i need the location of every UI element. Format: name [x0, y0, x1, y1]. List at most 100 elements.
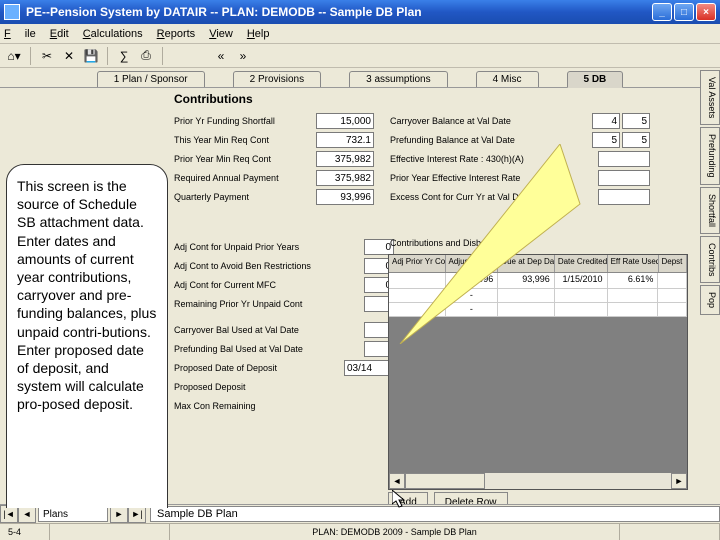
menubar: File Edit Calculations Reports View Help [0, 24, 720, 44]
left-fields-lower: Adj Cont for Unpaid Prior Years Adj Cont… [174, 238, 394, 416]
grid-row[interactable]: 93,996 93,996 1/15/2010 6.61% [389, 273, 687, 289]
tab-provisions[interactable]: 2 Provisions [233, 71, 321, 87]
tool-prev-icon[interactable]: « [211, 46, 231, 66]
menu-calculations[interactable]: Calculations [83, 28, 143, 40]
scroll-thumb[interactable] [405, 473, 485, 489]
nav-field[interactable]: Plans [38, 506, 108, 522]
menu-view[interactable]: View [209, 28, 233, 40]
right-fields-upper: Carryover Balance at Val Date Prefunding… [390, 112, 650, 207]
help-callout: This screen is the source of Schedule SB… [6, 164, 168, 508]
close-button[interactable]: × [696, 3, 716, 21]
left-fields-upper: Prior Yr Funding Shortfall This Year Min… [174, 112, 374, 207]
label-rem-unpaid: Remaining Prior Yr Unpaid Cont [174, 299, 364, 309]
tool-home-icon[interactable]: ⌂▾ [4, 46, 24, 66]
sidetab-pop[interactable]: Pop [700, 285, 720, 315]
input-prior-min-req[interactable] [316, 151, 374, 167]
grid-row[interactable]: - [389, 289, 687, 303]
input-prior-eff-rate[interactable] [598, 170, 650, 186]
label-adj-restrict: Adj Cont to Avoid Ben Restrictions [174, 261, 364, 271]
label-adj-mfc: Adj Cont for Current MFC [174, 280, 364, 290]
callout-text: This screen is the source of Schedule SB… [17, 178, 156, 412]
label-prior-min-req: Prior Year Min Req Cont [174, 154, 316, 164]
tab-plan-sponsor[interactable]: 1 Plan / Sponsor [97, 71, 205, 87]
content-area: Contributions Prior Yr Funding Shortfall… [0, 88, 720, 508]
sidetab-contribs[interactable]: Contribs [700, 236, 720, 284]
gh-due-date[interactable]: Due at Dep Date [498, 255, 555, 272]
grid-cell[interactable] [389, 273, 446, 289]
sidetab-val-assets[interactable]: Val Assets [700, 70, 720, 125]
maximize-button[interactable]: □ [674, 3, 694, 21]
menu-file[interactable]: File [4, 28, 36, 40]
status-page: 5-4 [0, 524, 50, 540]
grid-cell[interactable]: 6.61% [608, 273, 659, 289]
side-tabs: Val Assets Prefunding Shortfall Contribs… [700, 70, 720, 317]
label-req-annual: Required Annual Payment [174, 173, 316, 183]
status-plan: PLAN: DEMODB 2009 - Sample DB Plan [170, 524, 620, 540]
gh-depst[interactable]: Depst [659, 255, 687, 272]
gh-credited[interactable]: Date Credited [555, 255, 608, 272]
group-label-contribs: Contributions and Disbursements [390, 238, 523, 248]
grid-cell[interactable]: 93,996 [498, 273, 555, 289]
label-excess-cont: Excess Cont for Curr Yr at Val Date [390, 192, 598, 202]
gh-adj-prior[interactable]: Adj Prior Yr Cont [389, 255, 446, 272]
grid-cell[interactable] [658, 273, 687, 289]
input-prefund-bal-a[interactable] [592, 132, 620, 148]
sidetab-prefunding[interactable]: Prefunding [700, 127, 720, 185]
label-prior-eff-rate: Prior Year Effective Interest Rate [390, 173, 598, 183]
input-min-req-cont[interactable] [316, 132, 374, 148]
tab-assumptions[interactable]: 3 assumptions [349, 71, 447, 87]
label-prefund-used: Prefunding Bal Used at Val Date [174, 344, 364, 354]
scroll-right-icon[interactable]: ► [671, 473, 687, 489]
tool-cut-icon[interactable]: ✂ [37, 46, 57, 66]
nav-plan-title: Sample DB Plan [150, 506, 720, 522]
input-carryover-bal-b[interactable] [622, 113, 650, 129]
input-prior-shortfall[interactable] [316, 113, 374, 129]
menu-edit[interactable]: Edit [50, 28, 69, 40]
input-eff-rate[interactable] [598, 151, 650, 167]
input-prop-date[interactable] [344, 360, 394, 376]
menu-help[interactable]: Help [247, 28, 270, 40]
label-adj-unpaid: Adj Cont for Unpaid Prior Years [174, 242, 364, 252]
mouse-cursor-icon [392, 490, 408, 508]
grid-cell[interactable]: 93,996 [446, 273, 499, 289]
label-prefund-bal: Prefunding Balance at Val Date [390, 135, 592, 145]
tab-db[interactable]: 5 DB [567, 71, 624, 88]
label-quarterly: Quarterly Payment [174, 192, 316, 202]
label-carry-used: Carryover Bal Used at Val Date [174, 325, 364, 335]
statusbar: |◄ ◄ Plans ► ►| Sample DB Plan 5-4 PLAN:… [0, 504, 720, 540]
input-carryover-bal-a[interactable] [592, 113, 620, 129]
window-titlebar: PE--Pension System by DATAIR -- PLAN: DE… [0, 0, 720, 24]
label-min-req-cont: This Year Min Req Cont [174, 135, 316, 145]
window-title: PE--Pension System by DATAIR -- PLAN: DE… [26, 5, 652, 19]
input-req-annual[interactable] [316, 170, 374, 186]
top-tabs: 1 Plan / Sponsor 2 Provisions 3 assumpti… [0, 68, 720, 88]
gh-adj-qtrly[interactable]: Adjusted Qtrly [446, 255, 499, 272]
grid-row[interactable]: - [389, 303, 687, 317]
tool-cancel-icon[interactable]: ✕ [59, 46, 79, 66]
label-carryover-bal: Carryover Balance at Val Date [390, 116, 592, 126]
input-prefund-bal-b[interactable] [622, 132, 650, 148]
panel-title: Contributions [174, 92, 253, 106]
grid-cell[interactable]: 1/15/2010 [555, 273, 608, 289]
tool-save-icon[interactable]: 💾 [81, 46, 101, 66]
gh-eff-rate[interactable]: Eff Rate Used [608, 255, 659, 272]
menu-reports[interactable]: Reports [157, 28, 196, 40]
sidetab-shortfall[interactable]: Shortfall [700, 187, 720, 234]
label-max-con: Max Con Remaining [174, 401, 394, 411]
app-icon [4, 4, 20, 20]
tool-next-icon[interactable]: » [233, 46, 253, 66]
label-prior-shortfall: Prior Yr Funding Shortfall [174, 116, 316, 126]
input-quarterly[interactable] [316, 189, 374, 205]
grid-hscrollbar[interactable]: ◄ ► [389, 473, 687, 489]
tool-calc-icon[interactable]: ∑ [114, 46, 134, 66]
minimize-button[interactable]: _ [652, 3, 672, 21]
tab-misc[interactable]: 4 Misc [476, 71, 539, 87]
scroll-left-icon[interactable]: ◄ [389, 473, 405, 489]
toolbar: ⌂▾ ✂ ✕ 💾 ∑ ⎙ « » [0, 44, 720, 68]
label-prop-date: Proposed Date of Deposit [174, 363, 344, 373]
input-excess-cont[interactable] [598, 189, 650, 205]
label-eff-rate: Effective Interest Rate : 430(h)(A) [390, 154, 598, 164]
contributions-grid[interactable]: Adj Prior Yr Cont Adjusted Qtrly Due at … [388, 254, 688, 490]
grid-header: Adj Prior Yr Cont Adjusted Qtrly Due at … [389, 255, 687, 273]
tool-print-icon[interactable]: ⎙ [136, 46, 156, 66]
